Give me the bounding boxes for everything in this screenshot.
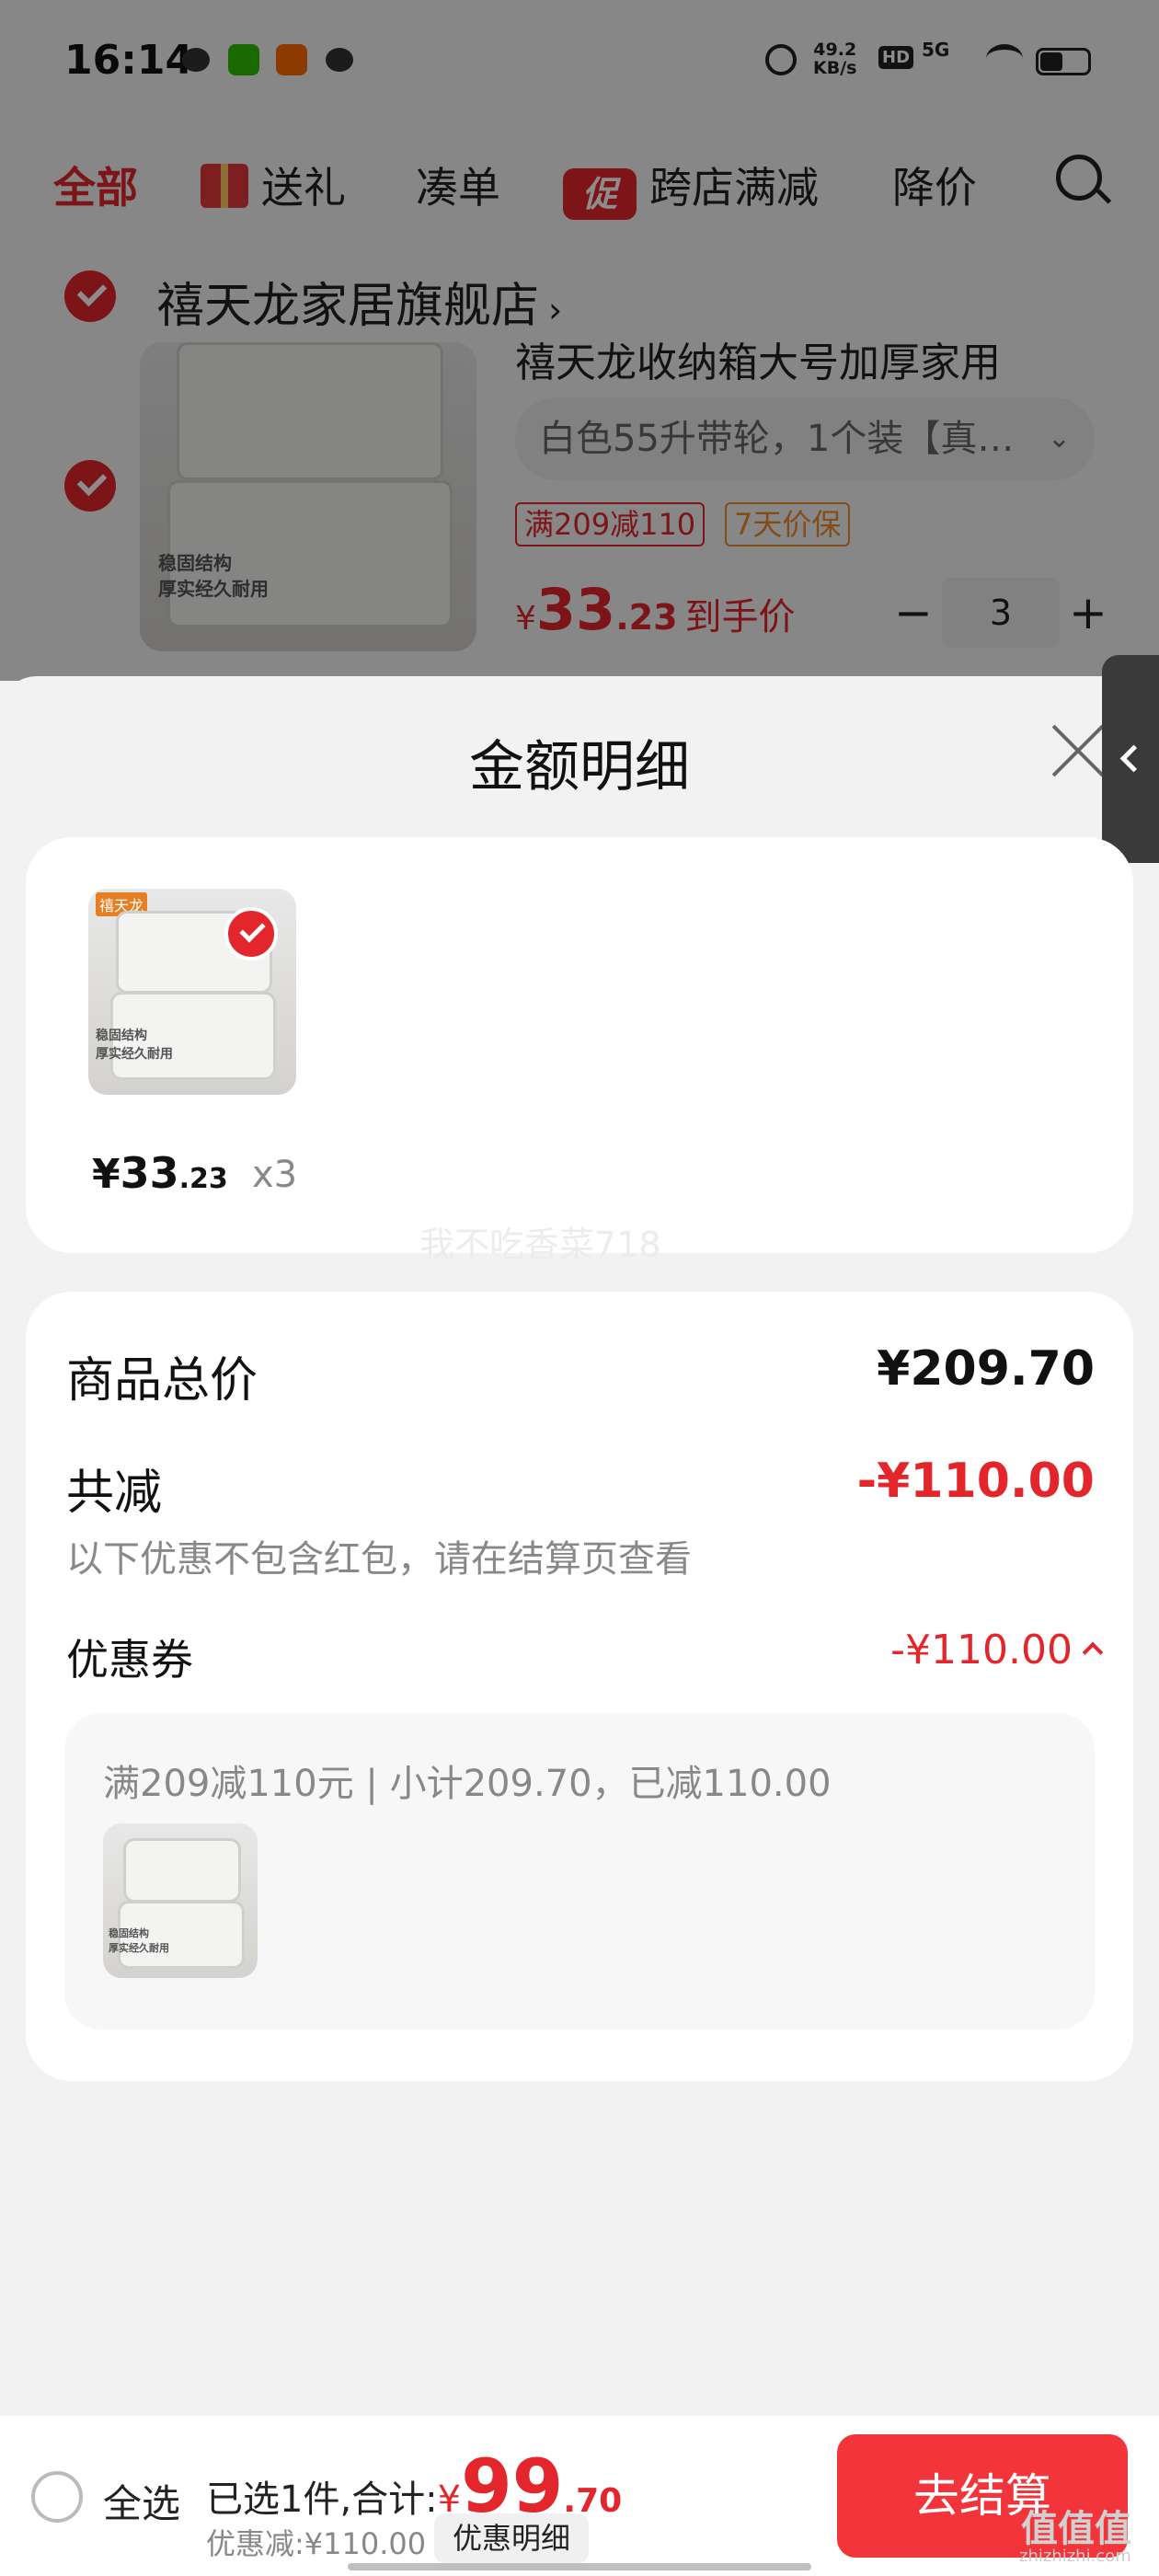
chevron-up-icon: [1082, 1641, 1104, 1663]
coupon-value: -¥110.00: [890, 1627, 1073, 1673]
price-int: 33: [120, 1148, 179, 1198]
modal-overlay[interactable]: [0, 0, 1159, 681]
selected-prefix: 已选1件,合计:: [206, 2478, 438, 2521]
storage-box-top: [123, 1838, 241, 1903]
coupon-toggle[interactable]: -¥110.00: [890, 1627, 1104, 1673]
coupon-item-thumbnail[interactable]: 稳固结构 厚实经久耐用: [103, 1823, 258, 1978]
close-icon[interactable]: [1049, 722, 1107, 781]
reduce-label: 共减: [66, 1466, 163, 1521]
coupon-thumb-text-1: 稳固结构: [109, 1927, 149, 1939]
thumb-text-2: 厚实经久耐用: [96, 1047, 173, 1062]
sheet-title: 金额明细: [469, 735, 690, 799]
reduce-note: 以下优惠不包含红包，请在结算页查看: [66, 1538, 692, 1581]
total-value: ¥209.70: [877, 1341, 1095, 1397]
site-watermark: 值值值: [1021, 2508, 1131, 2550]
price-dec: .23: [178, 1163, 228, 1195]
coupon-thumb-text-2: 厚实经久耐用: [109, 1942, 169, 1954]
site-watermark-url: zhizhizhi.com: [1019, 2547, 1131, 2566]
side-handle[interactable]: [1102, 655, 1159, 863]
reduce-value: -¥110.00: [856, 1454, 1095, 1509]
select-all-radio[interactable]: [31, 2471, 83, 2523]
selected-check-icon: [224, 907, 278, 960]
item-quantity: x3: [252, 1154, 298, 1196]
discount-summary: 优惠减:¥110.00: [206, 2526, 427, 2561]
currency-symbol: ¥: [92, 1151, 120, 1198]
discount-detail-button[interactable]: 优惠明细: [434, 2513, 590, 2563]
thumb-text-1: 稳固结构: [96, 1029, 147, 1043]
total-label: 商品总价: [66, 1353, 258, 1409]
select-all-label[interactable]: 全选: [103, 2473, 180, 2529]
coupon-description: 满209减110元 | 小计209.70，已减110.00: [103, 1763, 832, 1805]
coupon-label: 优惠券: [66, 1635, 193, 1685]
home-indicator[interactable]: [348, 2563, 811, 2570]
item-price: ¥33.23: [92, 1148, 228, 1198]
user-watermark: 我不吃香菜718: [419, 1225, 661, 1265]
